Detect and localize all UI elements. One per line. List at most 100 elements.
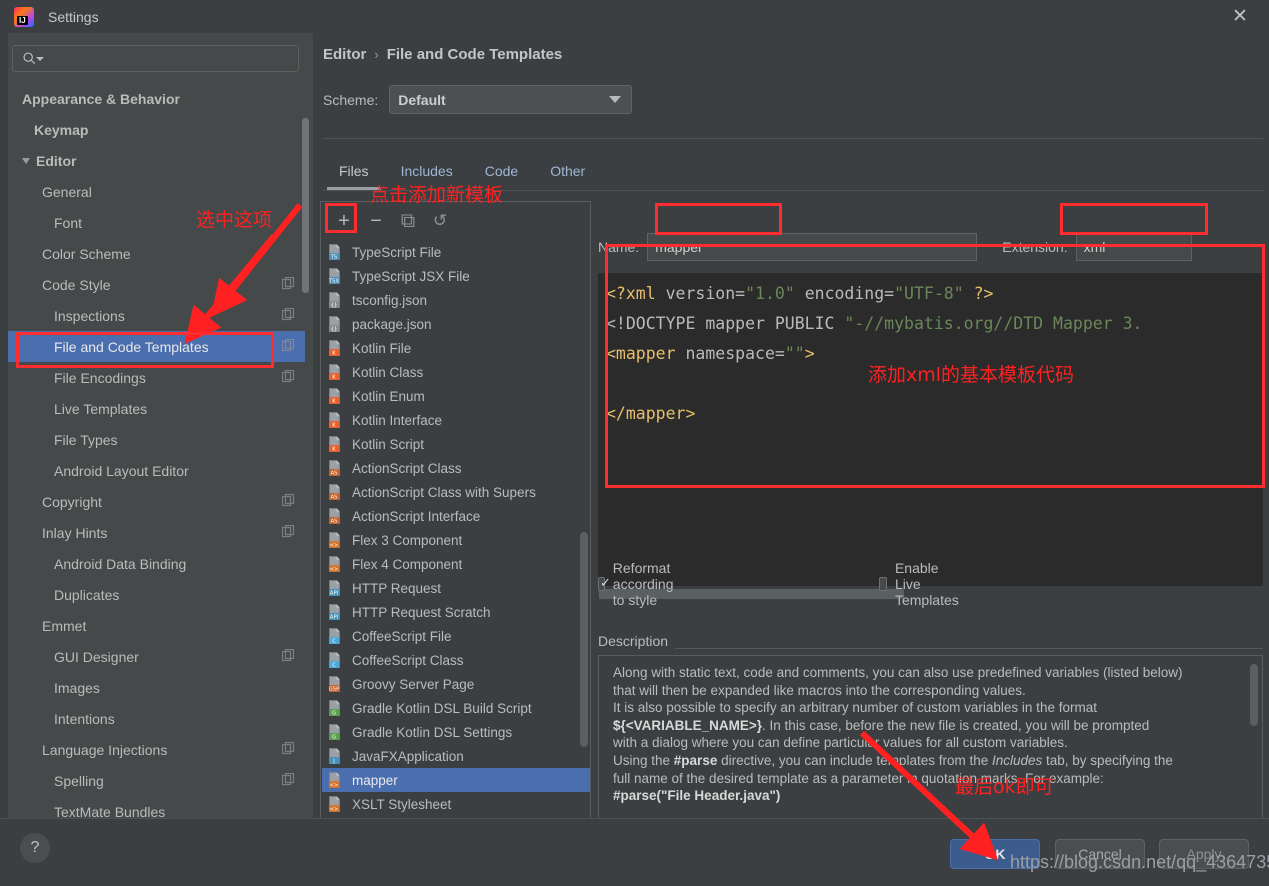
sidebar-item-inlay-hints[interactable]: Inlay Hints: [8, 517, 305, 548]
description-scrollbar[interactable]: [1250, 664, 1258, 726]
template-code-editor[interactable]: <?xml version="1.0" encoding="UTF-8" ?> …: [598, 273, 1263, 586]
tab-code[interactable]: Code: [469, 153, 534, 189]
sidebar-item-file-and-code-templates[interactable]: File and Code Templates: [8, 331, 305, 362]
copy-settings-icon[interactable]: [281, 369, 295, 386]
sidebar-item-duplicates[interactable]: Duplicates: [8, 579, 305, 610]
sidebar-item-language-injections[interactable]: Language Injections: [8, 734, 305, 765]
copy-settings-icon[interactable]: [281, 493, 295, 510]
template-list-item-selected[interactable]: <> mapper: [322, 768, 590, 792]
svg-text:<>: <>: [330, 782, 339, 788]
template-list-item[interactable]: K Kotlin File: [322, 336, 590, 360]
copy-settings-icon[interactable]: [281, 772, 295, 789]
template-list-item[interactable]: C CoffeeScript File: [322, 624, 590, 648]
extension-input[interactable]: [1075, 233, 1192, 261]
copy-settings-icon[interactable]: [281, 648, 295, 665]
scheme-row: Scheme: Default: [323, 85, 633, 114]
template-list[interactable]: TS TypeScript File TSX TypeScript JSX File {…: [322, 240, 590, 838]
sidebar-item-textmate-bundles[interactable]: TextMate Bundles: [8, 796, 305, 819]
template-list-item[interactable]: TS TypeScript File: [322, 240, 590, 264]
scheme-dropdown[interactable]: Default: [389, 85, 633, 114]
sidebar-item-android-layout-editor[interactable]: Android Layout Editor: [8, 455, 305, 486]
sidebar-item-live-templates[interactable]: Live Templates: [8, 393, 305, 424]
template-list-item[interactable]: G Gradle Kotlin DSL Build Script: [322, 696, 590, 720]
sidebar-item-intentions[interactable]: Intentions: [8, 703, 305, 734]
copy-settings-icon[interactable]: [281, 276, 295, 293]
reformat-checkbox-row[interactable]: Reformat according to style: [598, 560, 681, 608]
desc-line-4: ${<VARIABLE_NAME>}. In this case, before…: [613, 717, 1248, 735]
svg-text:C: C: [332, 662, 336, 668]
sidebar-item-general[interactable]: General: [8, 176, 305, 207]
svg-text:<>: <>: [330, 542, 339, 548]
copy-settings-icon[interactable]: [281, 524, 295, 541]
template-list-item[interactable]: AS ActionScript Interface: [322, 504, 590, 528]
template-list-item[interactable]: TSX TypeScript JSX File: [322, 264, 590, 288]
live-templates-checkbox-row[interactable]: Enable Live Templates: [879, 560, 965, 608]
sidebar-item-file-types[interactable]: File Types: [8, 424, 305, 455]
copy-icon[interactable]: ⧉: [395, 208, 421, 234]
chevron-down-icon[interactable]: [22, 157, 30, 164]
sidebar-item-editor[interactable]: Editor: [8, 145, 305, 176]
template-list-item-label: Kotlin File: [352, 340, 412, 356]
add-icon[interactable]: +: [331, 208, 357, 234]
search-dropdown-icon[interactable]: [36, 50, 44, 68]
template-list-item[interactable]: AS ActionScript Class with Supers: [322, 480, 590, 504]
sidebar-item-emmet[interactable]: Emmet: [8, 610, 305, 641]
sidebar-item-keymap[interactable]: Keymap: [8, 114, 305, 145]
copy-settings-icon[interactable]: [281, 338, 295, 355]
sidebar-item-font[interactable]: Font: [8, 207, 305, 238]
template-list-item[interactable]: <> Flex 3 Component: [322, 528, 590, 552]
tab-files[interactable]: Files: [323, 153, 385, 190]
template-list-item[interactable]: <> XSLT Stylesheet: [322, 792, 590, 816]
template-list-item[interactable]: AS ActionScript Class: [322, 456, 590, 480]
template-list-item[interactable]: C CoffeeScript Class: [322, 648, 590, 672]
desc-line-8: #parse("File Header.java"): [613, 787, 1248, 805]
search-box[interactable]: [12, 45, 299, 72]
sidebar-item-android-data-binding[interactable]: Android Data Binding: [8, 548, 305, 579]
sidebar-item-code-style[interactable]: Code Style: [8, 269, 305, 300]
template-list-item[interactable]: K Kotlin Script: [322, 432, 590, 456]
search-input[interactable]: [48, 50, 298, 67]
apply-button[interactable]: Apply: [1159, 839, 1249, 869]
live-templates-checkbox[interactable]: [879, 577, 887, 591]
sidebar-item-label: File Types: [54, 431, 118, 448]
sidebar-item-copyright[interactable]: Copyright: [8, 486, 305, 517]
ok-button[interactable]: OK: [950, 839, 1040, 869]
template-list-item[interactable]: {} package.json: [322, 312, 590, 336]
template-list-item[interactable]: J JavaFXApplication: [322, 744, 590, 768]
copy-settings-icon[interactable]: [281, 741, 295, 758]
template-list-vertical-scrollbar[interactable]: [580, 532, 588, 747]
template-list-item[interactable]: G Gradle Kotlin DSL Settings: [322, 720, 590, 744]
tab-other[interactable]: Other: [534, 153, 601, 189]
remove-icon[interactable]: −: [363, 208, 389, 234]
sidebar-item-file-encodings[interactable]: File Encodings: [8, 362, 305, 393]
copy-settings-icon[interactable]: [281, 307, 295, 324]
cancel-button[interactable]: Cancel: [1055, 839, 1145, 869]
template-list-item[interactable]: API HTTP Request: [322, 576, 590, 600]
template-list-item[interactable]: K Kotlin Interface: [322, 408, 590, 432]
template-list-item[interactable]: <> Flex 4 Component: [322, 552, 590, 576]
sidebar-item-spelling[interactable]: Spelling: [8, 765, 305, 796]
close-icon[interactable]: ✕: [1229, 6, 1251, 28]
name-input[interactable]: [647, 233, 978, 261]
template-list-item[interactable]: K Kotlin Enum: [322, 384, 590, 408]
sidebar-item-label: Android Layout Editor: [54, 462, 189, 479]
sidebar-item-color-scheme[interactable]: Color Scheme: [8, 238, 305, 269]
sidebar-item-images[interactable]: Images: [8, 672, 305, 703]
sidebar-item-gui-designer[interactable]: GUI Designer: [8, 641, 305, 672]
template-list-item[interactable]: K Kotlin Class: [322, 360, 590, 384]
tab-bar: Files Includes Code Other: [323, 153, 601, 190]
template-list-item[interactable]: {} tsconfig.json: [322, 288, 590, 312]
sidebar-item-appearance-behavior[interactable]: Appearance & Behavior: [8, 83, 305, 114]
sidebar-scrollbar[interactable]: [302, 118, 309, 293]
sidebar-item-label: Copyright: [42, 493, 102, 510]
template-list-item[interactable]: GSP Groovy Server Page: [322, 672, 590, 696]
help-button[interactable]: ?: [20, 833, 50, 863]
sidebar-item-inspections[interactable]: Inspections: [8, 300, 305, 331]
tab-includes[interactable]: Includes: [385, 153, 469, 189]
svg-text:AS: AS: [331, 470, 338, 476]
reset-icon[interactable]: ↺: [427, 208, 453, 234]
breadcrumb-parent[interactable]: Editor: [323, 46, 366, 63]
reformat-checkbox[interactable]: [598, 575, 611, 591]
template-list-item[interactable]: API HTTP Request Scratch: [322, 600, 590, 624]
sidebar-item-label: File Encodings: [54, 369, 146, 386]
